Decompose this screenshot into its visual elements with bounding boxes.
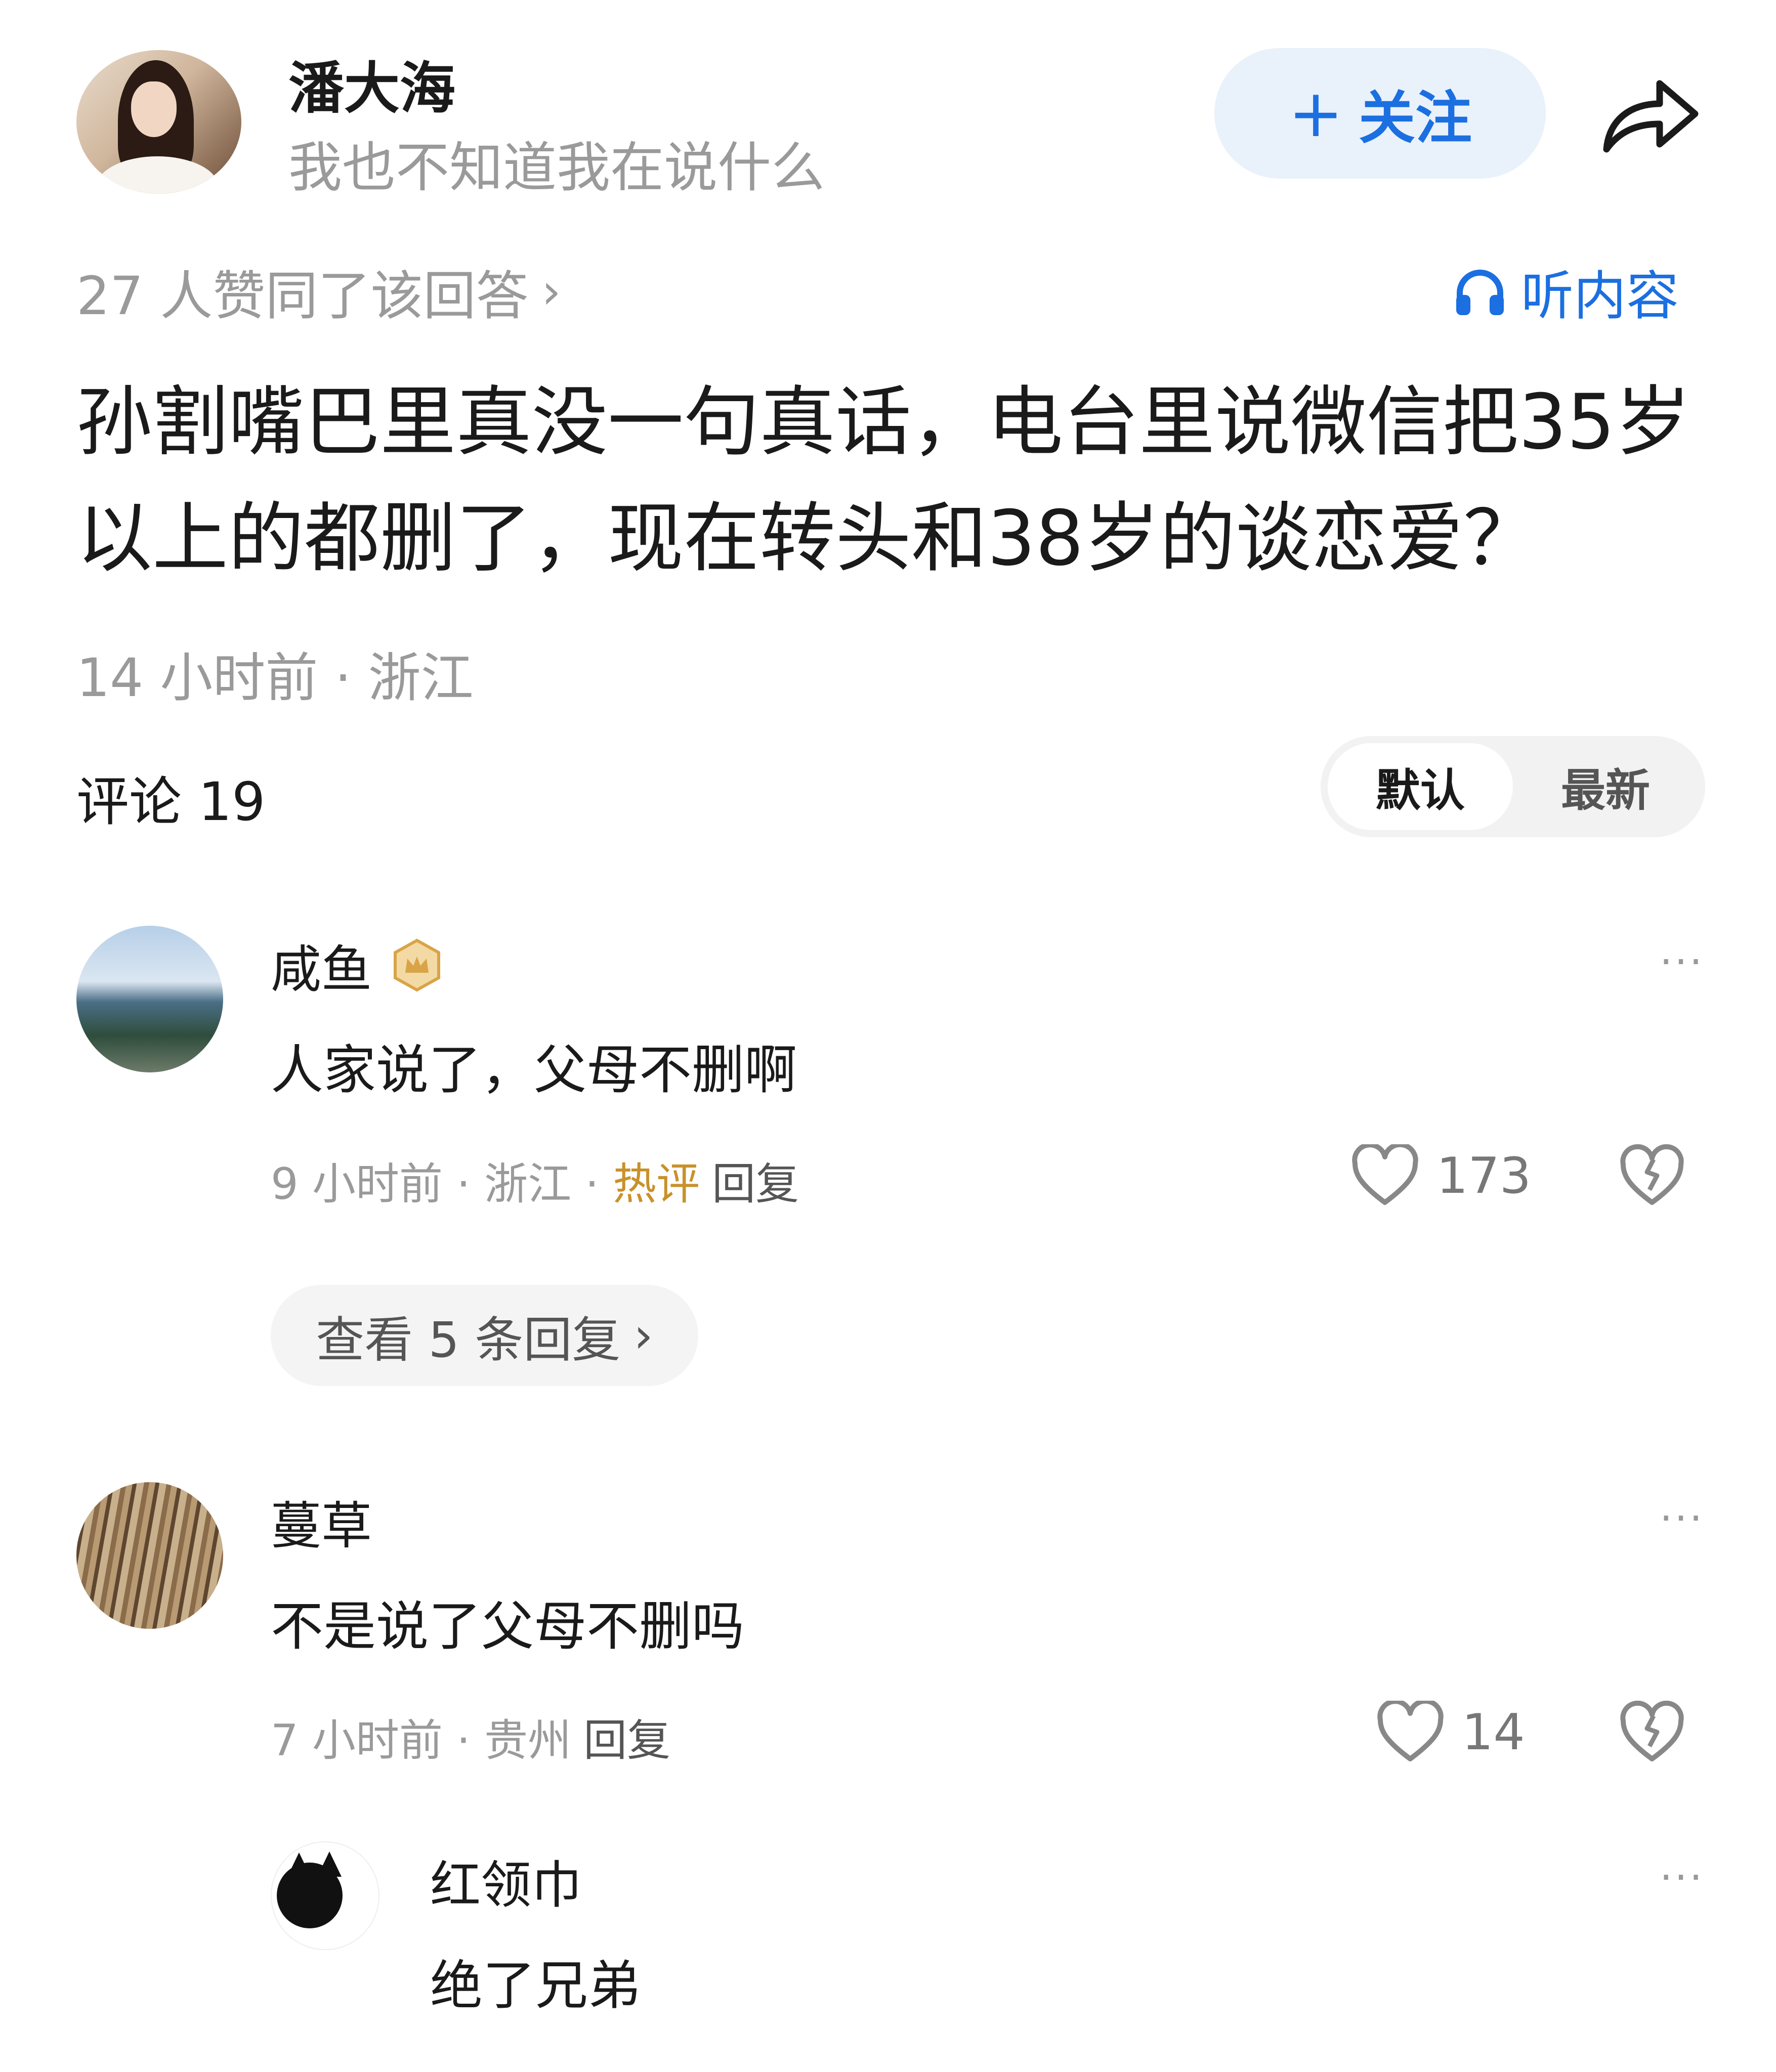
like-button[interactable]: 14 xyxy=(1376,1701,1525,1764)
comment-avatar[interactable] xyxy=(271,1841,379,1950)
comment-avatar[interactable] xyxy=(76,926,223,1072)
comment-meta: 9 小时前 · 浙江 · 热评 回复 xyxy=(271,1148,799,1212)
more-icon[interactable]: ··· xyxy=(1660,1495,1704,1542)
author-name[interactable]: 潘大海 xyxy=(288,43,455,124)
heart-icon xyxy=(1377,1701,1444,1761)
avatar-shoulder xyxy=(97,156,218,194)
comment-avatar[interactable] xyxy=(76,1482,223,1629)
comment-author-name: 蔓草 xyxy=(271,1496,372,1556)
comment-time-location: 9 小时前 · 浙江 · xyxy=(271,1159,613,1210)
avatar-cat xyxy=(277,1863,343,1928)
comment-author[interactable]: 红领巾 xyxy=(430,1844,582,1917)
listen-label: 听内容 xyxy=(1521,265,1679,327)
broken-heart-icon[interactable] xyxy=(1619,1701,1685,1764)
follow-label: 关注 xyxy=(1358,85,1472,151)
comment-text: 人家说了，父母不删啊 xyxy=(271,1039,797,1101)
more-icon[interactable]: ··· xyxy=(1660,938,1704,985)
reply-link[interactable]: 回复 xyxy=(712,1159,799,1210)
heart-icon xyxy=(1352,1144,1418,1205)
author-bio: 我也不知道我在说什么 xyxy=(288,137,825,199)
view-replies-button[interactable]: 查看 5 条回复 › xyxy=(271,1285,698,1386)
crown-badge-icon xyxy=(394,938,440,991)
comments-count-title: 评论 19 xyxy=(76,771,266,833)
agree-count-link[interactable]: 27 人赞同了该回答 › xyxy=(76,253,561,329)
sort-default-tab[interactable]: 默认 xyxy=(1328,743,1513,830)
broken-heart-icon[interactable] xyxy=(1619,1144,1685,1207)
comment-meta: 7 小时前 · 贵州 回复 xyxy=(271,1705,670,1768)
chevron-right-icon: › xyxy=(633,1307,653,1364)
comment-sort-switch: 默认 最新 xyxy=(1321,736,1705,837)
comment-text: 不是说了父母不删吗 xyxy=(271,1595,745,1657)
headphones-icon xyxy=(1456,269,1504,315)
plus-icon: + xyxy=(1288,75,1343,152)
comment-author-name: 红领巾 xyxy=(430,1855,582,1915)
comment-author[interactable]: 咸鱼 xyxy=(271,928,445,1002)
reply-link[interactable]: 回复 xyxy=(583,1715,670,1766)
like-count: 14 xyxy=(1462,1703,1525,1761)
answer-body: 孙割嘴巴里真没一句真话，电台里说微信把35岁以上的都删了，现在转头和38岁的谈恋… xyxy=(76,378,1691,583)
agree-count-text: 27 人赞同了该回答 xyxy=(76,265,529,327)
author-avatar[interactable] xyxy=(76,50,241,194)
listen-button[interactable]: 听内容 xyxy=(1452,253,1679,329)
share-icon[interactable] xyxy=(1596,71,1703,157)
more-icon[interactable]: ··· xyxy=(1660,1854,1704,1901)
chevron-right-icon: › xyxy=(541,263,561,320)
answer-meta: 14 小时前 · 浙江 xyxy=(76,647,474,709)
avatar-face xyxy=(131,81,177,137)
like-button[interactable]: 173 xyxy=(1351,1144,1531,1207)
comment-time-location: 7 小时前 · 贵州 xyxy=(271,1715,572,1766)
follow-button[interactable]: + 关注 xyxy=(1214,48,1546,179)
like-count: 173 xyxy=(1436,1147,1532,1205)
comment-text: 绝了兄弟 xyxy=(430,1955,641,2016)
hot-comment-badge: 热评 xyxy=(613,1159,700,1210)
comment-author-name: 咸鱼 xyxy=(271,940,372,999)
view-replies-label: 查看 5 条回复 xyxy=(316,1311,621,1368)
sort-latest-tab[interactable]: 最新 xyxy=(1513,743,1698,830)
comment-author[interactable]: 蔓草 xyxy=(271,1485,372,1558)
